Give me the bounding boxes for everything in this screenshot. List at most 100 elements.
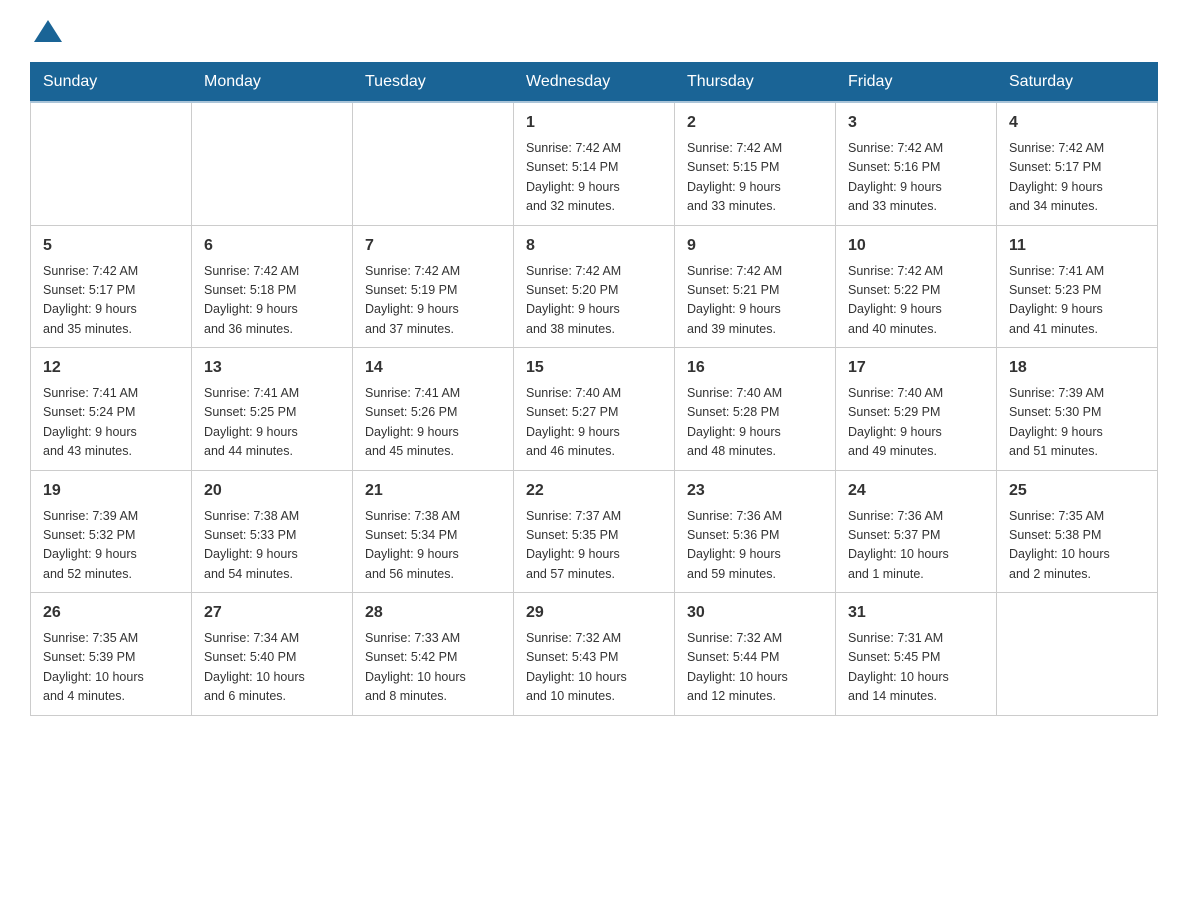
day-number: 16 [687, 356, 823, 380]
calendar-day-cell: 6 Sunrise: 7:42 AM Sunset: 5:18 PM Daylig… [192, 225, 353, 348]
day-info: Sunrise: 7:42 AM Sunset: 5:16 PM Dayligh… [848, 139, 984, 217]
calendar-week-row: 1 Sunrise: 7:42 AM Sunset: 5:14 PM Daylig… [31, 102, 1158, 225]
day-info: Sunrise: 7:42 AM Sunset: 5:17 PM Dayligh… [1009, 139, 1145, 217]
day-info: Sunrise: 7:39 AM Sunset: 5:32 PM Dayligh… [43, 507, 179, 585]
calendar-week-row: 26 Sunrise: 7:35 AM Sunset: 5:39 PM Dayli… [31, 593, 1158, 716]
day-info: Sunrise: 7:39 AM Sunset: 5:30 PM Dayligh… [1009, 384, 1145, 462]
calendar-week-row: 5 Sunrise: 7:42 AM Sunset: 5:17 PM Daylig… [31, 225, 1158, 348]
day-number: 1 [526, 111, 662, 135]
day-info: Sunrise: 7:40 AM Sunset: 5:28 PM Dayligh… [687, 384, 823, 462]
day-info: Sunrise: 7:33 AM Sunset: 5:42 PM Dayligh… [365, 629, 501, 707]
day-info: Sunrise: 7:42 AM Sunset: 5:18 PM Dayligh… [204, 262, 340, 340]
day-info: Sunrise: 7:35 AM Sunset: 5:39 PM Dayligh… [43, 629, 179, 707]
day-info: Sunrise: 7:38 AM Sunset: 5:34 PM Dayligh… [365, 507, 501, 585]
calendar-day-cell: 26 Sunrise: 7:35 AM Sunset: 5:39 PM Dayli… [31, 593, 192, 716]
day-number: 7 [365, 234, 501, 258]
day-number: 6 [204, 234, 340, 258]
calendar-day-cell [192, 102, 353, 225]
calendar-day-cell: 23Sunrise: 7:36 AM Sunset: 5:36 PM Dayli… [675, 470, 836, 593]
calendar-day-cell: 19 Sunrise: 7:39 AM Sunset: 5:32 PM Dayli… [31, 470, 192, 593]
logo [30, 20, 64, 42]
calendar-day-cell: 10 Sunrise: 7:42 AM Sunset: 5:22 PM Dayli… [836, 225, 997, 348]
day-number: 30 [687, 601, 823, 625]
day-info: Sunrise: 7:42 AM Sunset: 5:14 PM Dayligh… [526, 139, 662, 217]
day-info: Sunrise: 7:37 AM Sunset: 5:35 PM Dayligh… [526, 507, 662, 585]
calendar-header: SundayMondayTuesdayWednesdayThursdayFrid… [31, 63, 1158, 103]
day-info: Sunrise: 7:41 AM Sunset: 5:23 PM Dayligh… [1009, 262, 1145, 340]
weekday-header-monday: Monday [192, 63, 353, 103]
weekday-header-wednesday: Wednesday [514, 63, 675, 103]
calendar-day-cell: 27 Sunrise: 7:34 AM Sunset: 5:40 PM Dayli… [192, 593, 353, 716]
day-number: 22 [526, 479, 662, 503]
calendar-day-cell: 5 Sunrise: 7:42 AM Sunset: 5:17 PM Daylig… [31, 225, 192, 348]
day-info: Sunrise: 7:42 AM Sunset: 5:22 PM Dayligh… [848, 262, 984, 340]
calendar-day-cell: 24 Sunrise: 7:36 AM Sunset: 5:37 PM Dayli… [836, 470, 997, 593]
day-number: 27 [204, 601, 340, 625]
calendar-day-cell: 2 Sunrise: 7:42 AM Sunset: 5:15 PM Daylig… [675, 102, 836, 225]
calendar-day-cell: 25 Sunrise: 7:35 AM Sunset: 5:38 PM Dayli… [997, 470, 1158, 593]
day-info: Sunrise: 7:32 AM Sunset: 5:44 PM Dayligh… [687, 629, 823, 707]
day-number: 5 [43, 234, 179, 258]
calendar-day-cell: 14 Sunrise: 7:41 AM Sunset: 5:26 PM Dayli… [353, 348, 514, 471]
day-number: 19 [43, 479, 179, 503]
day-info: Sunrise: 7:40 AM Sunset: 5:27 PM Dayligh… [526, 384, 662, 462]
calendar-day-cell: 22 Sunrise: 7:37 AM Sunset: 5:35 PM Dayli… [514, 470, 675, 593]
calendar-day-cell: 28 Sunrise: 7:33 AM Sunset: 5:42 PM Dayli… [353, 593, 514, 716]
day-info: Sunrise: 7:36 AM Sunset: 5:37 PM Dayligh… [848, 507, 984, 585]
day-number: 29 [526, 601, 662, 625]
calendar-day-cell: 29 Sunrise: 7:32 AM Sunset: 5:43 PM Dayli… [514, 593, 675, 716]
day-number: 14 [365, 356, 501, 380]
day-number: 4 [1009, 111, 1145, 135]
day-number: 13 [204, 356, 340, 380]
calendar-day-cell [997, 593, 1158, 716]
calendar-day-cell: 3 Sunrise: 7:42 AM Sunset: 5:16 PM Daylig… [836, 102, 997, 225]
day-number: 11 [1009, 234, 1145, 258]
weekday-header-saturday: Saturday [997, 63, 1158, 103]
day-number: 31 [848, 601, 984, 625]
day-info: Sunrise: 7:34 AM Sunset: 5:40 PM Dayligh… [204, 629, 340, 707]
day-info: Sunrise: 7:42 AM Sunset: 5:15 PM Dayligh… [687, 139, 823, 217]
day-info: Sunrise: 7:32 AM Sunset: 5:43 PM Dayligh… [526, 629, 662, 707]
day-number: 28 [365, 601, 501, 625]
day-number: 3 [848, 111, 984, 135]
day-info: Sunrise: 7:40 AM Sunset: 5:29 PM Dayligh… [848, 384, 984, 462]
weekday-header-row: SundayMondayTuesdayWednesdayThursdayFrid… [31, 63, 1158, 103]
page-header [30, 20, 1158, 42]
weekday-header-thursday: Thursday [675, 63, 836, 103]
calendar-day-cell: 18 Sunrise: 7:39 AM Sunset: 5:30 PM Dayli… [997, 348, 1158, 471]
weekday-header-friday: Friday [836, 63, 997, 103]
day-info: Sunrise: 7:41 AM Sunset: 5:26 PM Dayligh… [365, 384, 501, 462]
calendar-day-cell: 17Sunrise: 7:40 AM Sunset: 5:29 PM Dayli… [836, 348, 997, 471]
day-info: Sunrise: 7:41 AM Sunset: 5:24 PM Dayligh… [43, 384, 179, 462]
calendar-day-cell: 13 Sunrise: 7:41 AM Sunset: 5:25 PM Dayli… [192, 348, 353, 471]
day-number: 23 [687, 479, 823, 503]
day-info: Sunrise: 7:41 AM Sunset: 5:25 PM Dayligh… [204, 384, 340, 462]
day-info: Sunrise: 7:35 AM Sunset: 5:38 PM Dayligh… [1009, 507, 1145, 585]
day-number: 18 [1009, 356, 1145, 380]
day-info: Sunrise: 7:42 AM Sunset: 5:20 PM Dayligh… [526, 262, 662, 340]
calendar-week-row: 19 Sunrise: 7:39 AM Sunset: 5:32 PM Dayli… [31, 470, 1158, 593]
calendar-day-cell: 15Sunrise: 7:40 AM Sunset: 5:27 PM Dayli… [514, 348, 675, 471]
day-number: 10 [848, 234, 984, 258]
calendar-day-cell: 4 Sunrise: 7:42 AM Sunset: 5:17 PM Daylig… [997, 102, 1158, 225]
calendar-day-cell: 12Sunrise: 7:41 AM Sunset: 5:24 PM Dayli… [31, 348, 192, 471]
day-number: 24 [848, 479, 984, 503]
calendar-day-cell: 31Sunrise: 7:31 AM Sunset: 5:45 PM Dayli… [836, 593, 997, 716]
calendar-day-cell [31, 102, 192, 225]
day-number: 26 [43, 601, 179, 625]
weekday-header-sunday: Sunday [31, 63, 192, 103]
calendar-day-cell: 30 Sunrise: 7:32 AM Sunset: 5:44 PM Dayli… [675, 593, 836, 716]
day-number: 8 [526, 234, 662, 258]
calendar-day-cell [353, 102, 514, 225]
day-number: 25 [1009, 479, 1145, 503]
day-info: Sunrise: 7:38 AM Sunset: 5:33 PM Dayligh… [204, 507, 340, 585]
day-info: Sunrise: 7:42 AM Sunset: 5:19 PM Dayligh… [365, 262, 501, 340]
calendar-day-cell: 1 Sunrise: 7:42 AM Sunset: 5:14 PM Daylig… [514, 102, 675, 225]
day-number: 2 [687, 111, 823, 135]
calendar-day-cell: 7 Sunrise: 7:42 AM Sunset: 5:19 PM Daylig… [353, 225, 514, 348]
calendar-week-row: 12Sunrise: 7:41 AM Sunset: 5:24 PM Dayli… [31, 348, 1158, 471]
day-info: Sunrise: 7:42 AM Sunset: 5:17 PM Dayligh… [43, 262, 179, 340]
calendar-day-cell: 16 Sunrise: 7:40 AM Sunset: 5:28 PM Dayli… [675, 348, 836, 471]
weekday-header-tuesday: Tuesday [353, 63, 514, 103]
day-number: 20 [204, 479, 340, 503]
